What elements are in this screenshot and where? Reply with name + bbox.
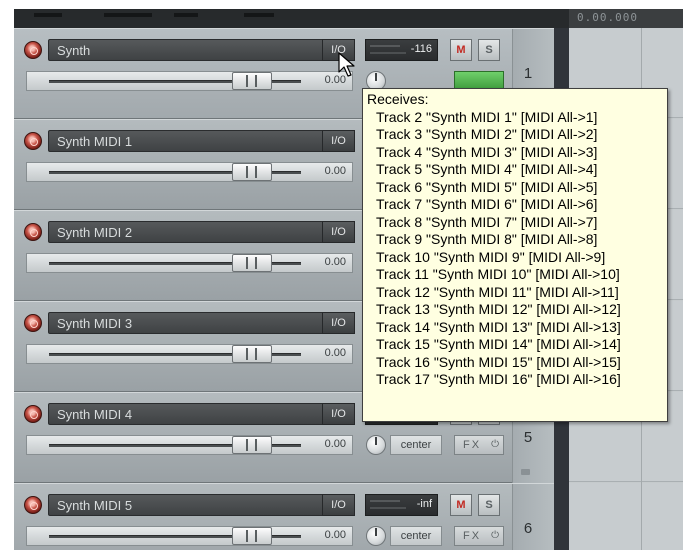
solo-button[interactable]: S: [478, 494, 500, 516]
pan-knob[interactable]: [366, 435, 386, 455]
tooltip-receive-line: Track 10 "Synth MIDI 9" [MIDI All->9]: [376, 248, 606, 265]
tooltip-receive-line: Track 6 "Synth MIDI 5" [MIDI All->5]: [376, 178, 598, 195]
track-number-column[interactable]: 6: [512, 484, 554, 550]
track-lane[interactable]: [569, 483, 683, 550]
track-name: Synth MIDI 1: [57, 134, 133, 149]
receives-tooltip: Receives: Track 2 "Synth MIDI 1" [MIDI A…: [362, 88, 668, 422]
meter-value: -116: [410, 43, 432, 55]
volume-value: 0.00: [324, 165, 346, 177]
volume-fader[interactable]: 0.00: [26, 344, 353, 364]
tooltip-receive-line: Track 2 "Synth MIDI 1" [MIDI All->1]: [376, 108, 598, 125]
tooltip-receive-line: Track 3 "Synth MIDI 2" [MIDI All->2]: [376, 126, 598, 142]
solo-button[interactable]: S: [478, 39, 500, 61]
track-name-field[interactable]: Synth MASTER RCVSND: [48, 39, 355, 61]
tooltip-receive-line: Track 16 "Synth MIDI 15" [MIDI All->15]: [376, 353, 621, 370]
power-icon[interactable]: ⏻: [491, 527, 499, 545]
timeline-ruler[interactable]: 0.00.000: [569, 9, 683, 28]
fader-knob[interactable]: [232, 527, 272, 545]
fx-label: FX: [463, 530, 482, 542]
volume-fader[interactable]: 0.00: [26, 71, 353, 91]
power-icon[interactable]: ⏻: [491, 436, 499, 454]
fx-button[interactable]: FX ⏻: [454, 435, 504, 455]
fader-knob[interactable]: [232, 163, 272, 181]
pan-label: center: [390, 526, 442, 546]
meter-value: -inf: [416, 498, 432, 510]
fader-knob[interactable]: [232, 72, 272, 90]
tooltip-receive-list: Track 2 "Synth MIDI 1" [MIDI All->1] Trac…: [376, 109, 621, 389]
fx-label: FX: [463, 439, 482, 451]
track-number: 5: [523, 429, 533, 446]
tooltip-header: Receives:: [367, 91, 429, 107]
tooltip-receive-line: Track 4 "Synth MIDI 3" [MIDI All->3]: [376, 143, 598, 160]
volume-value: 0.00: [324, 438, 346, 450]
fader-knob[interactable]: [232, 436, 272, 454]
record-arm-icon[interactable]: [24, 223, 42, 241]
volume-fader[interactable]: 0.00: [26, 526, 353, 546]
tooltip-receive-line: Track 9 "Synth MIDI 8" [MIDI All->8]: [376, 231, 598, 247]
io-routing-button[interactable]: I/O: [322, 312, 355, 334]
tooltip-receive-line: Track 14 "Synth MIDI 13" [MIDI All->13]: [376, 318, 621, 335]
track-name-field[interactable]: Synth MIDI 3 MASTER RCVSND: [48, 312, 355, 334]
track-name-field[interactable]: Synth MIDI 5 MASTER RCVSND: [48, 494, 355, 516]
tooltip-receive-line: Track 7 "Synth MIDI 6" [MIDI All->6]: [376, 196, 598, 212]
pan-label: center: [390, 435, 442, 455]
tooltip-receive-line: Track 12 "Synth MIDI 11" [MIDI All->11]: [376, 283, 619, 300]
record-arm-icon[interactable]: [24, 405, 42, 423]
tooltip-receive-line: Track 15 "Synth MIDI 14" [MIDI All->14]: [376, 336, 621, 352]
track-name: Synth: [57, 43, 91, 58]
track-name-field[interactable]: Synth MIDI 4 MASTER RCVSND: [48, 403, 355, 425]
track-name: Synth MIDI 3: [57, 316, 133, 331]
volume-fader[interactable]: 0.00: [26, 253, 353, 273]
tooltip-receive-line: Track 13 "Synth MIDI 12" [MIDI All->12]: [376, 301, 621, 317]
track-name: Synth MIDI 2: [57, 225, 133, 240]
record-arm-icon[interactable]: [24, 314, 42, 332]
tooltip-receive-line: Track 8 "Synth MIDI 7" [MIDI All->7]: [376, 213, 598, 230]
volume-value: 0.00: [324, 256, 346, 268]
mouse-pointer-icon: [338, 52, 355, 77]
track-row[interactable]: Synth MIDI 5 MASTER RCVSND I/O -inf M S …: [14, 483, 554, 550]
volume-fader[interactable]: 0.00: [26, 162, 353, 182]
track-name: Synth MIDI 5: [57, 498, 133, 513]
fader-knob[interactable]: [232, 254, 272, 272]
tooltip-receive-line: Track 11 "Synth MIDI 10" [MIDI All->10]: [376, 266, 620, 282]
fader-knob[interactable]: [232, 345, 272, 363]
peak-meter[interactable]: -116: [365, 39, 438, 61]
pan-knob[interactable]: [366, 526, 386, 546]
io-routing-button[interactable]: I/O: [322, 494, 355, 516]
track-number: 1: [523, 65, 533, 82]
folder-fold-icon[interactable]: [521, 469, 530, 475]
fx-button[interactable]: FX ⏻: [454, 526, 504, 546]
track-number: 6: [523, 520, 533, 537]
track-name: Synth MIDI 4: [57, 407, 133, 422]
tooltip-receive-line: Track 5 "Synth MIDI 4" [MIDI All->4]: [376, 161, 598, 177]
io-routing-button[interactable]: I/O: [322, 130, 355, 152]
volume-fader[interactable]: 0.00: [26, 435, 353, 455]
mute-button[interactable]: M: [450, 494, 472, 516]
volume-value: 0.00: [324, 347, 346, 359]
record-arm-icon[interactable]: [24, 41, 42, 59]
record-arm-icon[interactable]: [24, 496, 42, 514]
volume-value: 0.00: [324, 529, 346, 541]
record-arm-icon[interactable]: [24, 132, 42, 150]
mute-button[interactable]: M: [450, 39, 472, 61]
io-routing-button[interactable]: I/O: [322, 221, 355, 243]
ruler-time: 0.00.000: [577, 11, 638, 24]
track-name-field[interactable]: Synth MIDI 1 MASTER RCVSND: [48, 130, 355, 152]
io-routing-button[interactable]: I/O: [322, 403, 355, 425]
tooltip-receive-line: Track 17 "Synth MIDI 16" [MIDI All->16]: [376, 371, 621, 387]
track-name-field[interactable]: Synth MIDI 2 MASTER RCVSND: [48, 221, 355, 243]
peak-meter[interactable]: -inf: [365, 494, 438, 516]
